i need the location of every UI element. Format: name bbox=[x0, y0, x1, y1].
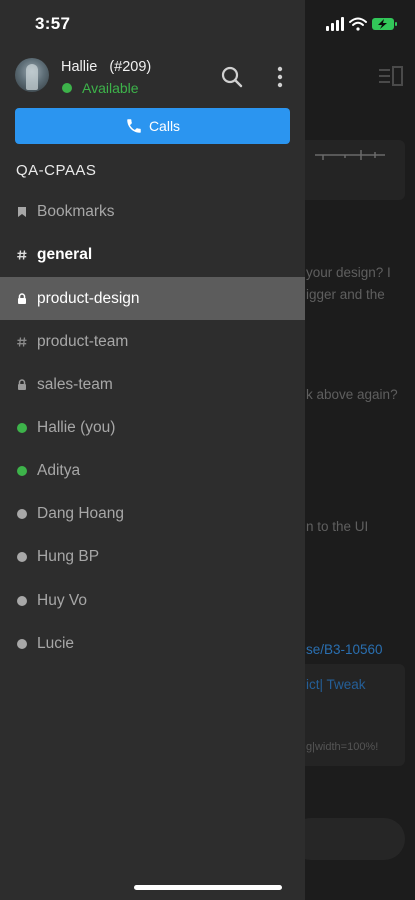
calls-button[interactable]: Calls bbox=[15, 108, 290, 144]
link-preview-snippet: g|width=100%! bbox=[306, 741, 379, 753]
user-display-name: Hallie (#209) bbox=[61, 59, 152, 75]
sidebar-item-aditya[interactable]: Aditya bbox=[0, 449, 305, 492]
home-indicator bbox=[134, 885, 282, 890]
sidebar-item-lucie[interactable]: Lucie bbox=[0, 622, 305, 665]
offline-status-icon bbox=[17, 638, 27, 649]
sidebar-item-product-design[interactable]: product-design bbox=[0, 277, 305, 320]
calls-button-label: Calls bbox=[148, 118, 181, 134]
user-status[interactable]: Available bbox=[61, 80, 139, 96]
sidebar-item-label: Huy Vo bbox=[37, 591, 87, 609]
sidebar-item-bookmarks[interactable]: Bookmarks bbox=[0, 190, 305, 233]
chat-message-text: your design? I bbox=[306, 265, 391, 280]
team-name: QA-CPAAS bbox=[16, 162, 97, 179]
sidebar-item-product-team[interactable]: product-team bbox=[0, 320, 305, 363]
hash-icon bbox=[17, 336, 27, 347]
avatar[interactable] bbox=[15, 58, 49, 92]
sidebar-item-label: general bbox=[37, 245, 93, 263]
battery-charging-icon bbox=[372, 18, 397, 30]
sidebar-item-label: Lucie bbox=[37, 634, 75, 652]
sidebar-item-label: product-design bbox=[37, 289, 140, 307]
sidebar-item-label: sales-team bbox=[37, 375, 113, 393]
sidebar-item-huy-vo[interactable]: Huy Vo bbox=[0, 579, 305, 622]
lock-icon bbox=[17, 293, 27, 304]
offline-status-icon bbox=[17, 595, 27, 606]
chat-message-link: se/B3-10560 bbox=[306, 642, 383, 657]
sidebar-item-label: product-team bbox=[37, 332, 129, 350]
online-status-icon bbox=[17, 422, 27, 433]
wifi-icon bbox=[349, 17, 367, 31]
chat-message-text: k above again? bbox=[306, 387, 398, 402]
link-preview-card: ict| Tweak g|width=100%! bbox=[290, 664, 405, 766]
sidebar-item-label: Dang Hoang bbox=[37, 504, 125, 522]
more-options-icon[interactable] bbox=[273, 66, 287, 88]
sidebar-item-label: Hung BP bbox=[37, 547, 100, 565]
message-attachment-card bbox=[290, 140, 405, 200]
user-status-label: Available bbox=[82, 80, 139, 96]
hash-icon bbox=[17, 249, 27, 260]
offline-status-icon bbox=[17, 551, 27, 562]
sidebar-item-general[interactable]: general bbox=[0, 233, 305, 276]
online-status-icon bbox=[17, 465, 27, 476]
chat-message-text: igger and the bbox=[306, 287, 385, 302]
offline-status-icon bbox=[17, 508, 27, 519]
sidebar-drawer: 3:57 Hallie (#209) Available Calls QA-CP… bbox=[0, 0, 305, 900]
sidebar-item-hallie[interactable]: Hallie (you) bbox=[0, 406, 305, 449]
search-icon[interactable] bbox=[221, 66, 243, 88]
sidebar-item-label: Aditya bbox=[37, 461, 81, 479]
sidebar-item-label: Hallie (you) bbox=[37, 418, 116, 436]
status-bar-time: 3:57 bbox=[35, 14, 71, 33]
link-preview-title: ict| Tweak bbox=[306, 677, 366, 692]
sidebar-item-label: Bookmarks bbox=[37, 202, 115, 220]
status-bar-icons bbox=[326, 17, 397, 31]
online-status-icon bbox=[62, 83, 72, 93]
phone-icon bbox=[127, 119, 141, 133]
sidebar-item-dang-hoang[interactable]: Dang Hoang bbox=[0, 492, 305, 535]
sidebar-item-hung-bp[interactable]: Hung BP bbox=[0, 535, 305, 578]
channel-info-icon bbox=[379, 66, 403, 86]
sidebar-item-sales-team[interactable]: sales-team bbox=[0, 363, 305, 406]
signal-icon bbox=[326, 17, 344, 31]
bookmark-icon bbox=[17, 206, 27, 217]
lock-icon bbox=[17, 379, 27, 390]
message-input-background bbox=[290, 818, 405, 860]
chat-message-text: n to the UI bbox=[306, 519, 369, 534]
